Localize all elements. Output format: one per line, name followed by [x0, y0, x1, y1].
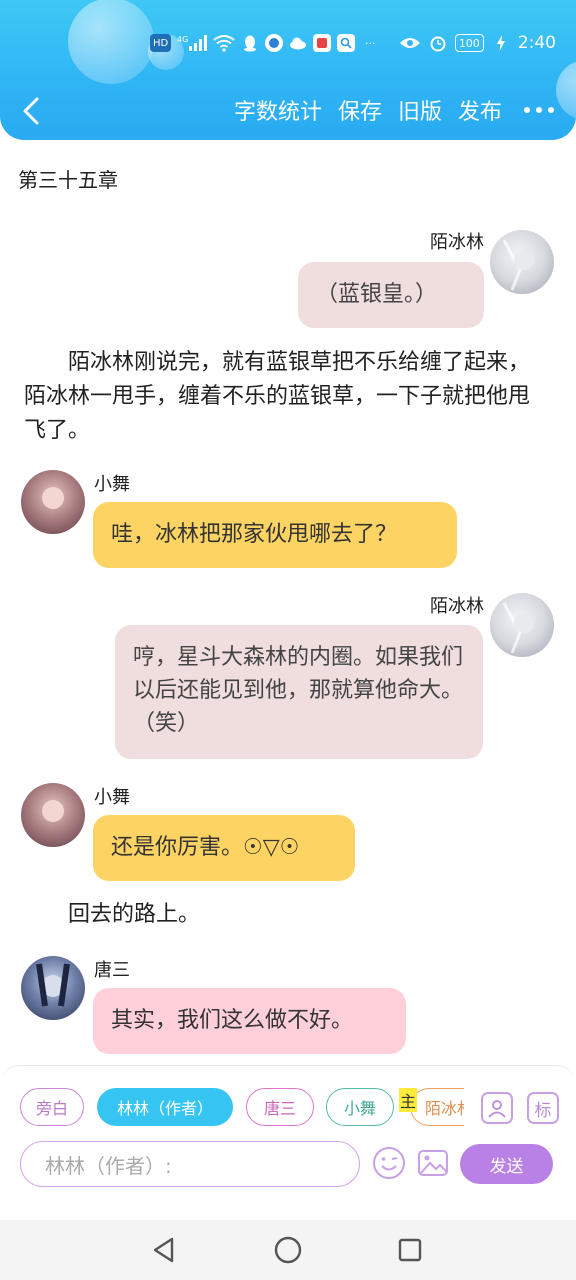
message-bubble[interactable]: 还是你厉害。☉▽☉	[93, 815, 355, 881]
eye-icon	[399, 34, 421, 52]
image-icon	[418, 1150, 448, 1176]
toolbar: 字数统计 保存 旧版 发布	[0, 86, 576, 136]
word-count-button[interactable]: 字数统计	[234, 94, 322, 126]
image-button[interactable]	[416, 1146, 450, 1180]
search-app-icon	[337, 34, 356, 52]
charging-icon	[492, 34, 510, 52]
message-bubble[interactable]: 哇，冰林把那家伙甩哪去了？	[93, 502, 457, 568]
signal-icon: 4G	[177, 34, 208, 52]
publish-button[interactable]: 发布	[458, 94, 502, 126]
system-home-button[interactable]	[270, 1232, 306, 1268]
system-navigation-bar	[0, 1220, 576, 1280]
send-button[interactable]: 发送	[460, 1144, 553, 1184]
smiley-icon	[373, 1147, 405, 1179]
role-chip-author[interactable]: 林林（作者）	[97, 1088, 233, 1126]
chevron-left-icon	[23, 97, 39, 125]
chapter-title: 第三十五章	[18, 168, 118, 192]
more-notifications-icon: ···	[364, 36, 376, 50]
wifi-icon	[213, 34, 235, 52]
more-options-button[interactable]	[524, 107, 554, 113]
message-sender: 小舞	[94, 474, 130, 495]
message-sender: 陌冰林	[430, 596, 484, 617]
book-app-icon	[313, 34, 332, 52]
clock: 2:40	[517, 33, 556, 53]
system-back-button[interactable]	[146, 1232, 182, 1268]
browser-app-icon	[265, 34, 284, 52]
cloud-icon	[289, 34, 307, 52]
role-chip-tangsan[interactable]: 唐三	[246, 1088, 314, 1126]
composer-panel: 旁白 林林（作者） 唐三 小舞 陌冰林 主 标 林林（作者）: 发送	[0, 1065, 576, 1220]
message-bubble[interactable]: 其实，我们这么做不好。	[93, 988, 406, 1054]
message-sender: 陌冰林	[430, 232, 484, 253]
person-icon	[488, 1100, 506, 1118]
emoji-button[interactable]	[372, 1146, 406, 1180]
role-chip-narrator[interactable]: 旁白	[20, 1088, 84, 1126]
triangle-back-icon	[153, 1237, 174, 1263]
circle-home-icon	[274, 1236, 302, 1264]
decorative-bubble	[68, 0, 154, 84]
app-header: HD 4G ··· 100 2:40 字数统计 保存 旧版 发布	[0, 0, 576, 140]
message-bubble[interactable]: 哼，星斗大森林的内圈。如果我们以后还能见到他，那就算他命大。（笑）	[115, 625, 483, 759]
status-bar: HD 4G ··· 100 2:40	[150, 28, 556, 58]
message-input[interactable]: 林林（作者）:	[20, 1141, 360, 1187]
save-button[interactable]: 保存	[338, 94, 382, 126]
back-button[interactable]	[14, 94, 48, 128]
message-bubble[interactable]: （蓝银皇。）	[298, 262, 484, 328]
chapter-content[interactable]: 第三十五章 陌冰林 （蓝银皇。） 陌冰林刚说完，就有蓝银草把不乐给缠了起来，陌冰…	[0, 140, 576, 1065]
qq-icon	[241, 34, 259, 52]
system-recents-button[interactable]	[392, 1232, 428, 1268]
avatar[interactable]	[21, 783, 85, 847]
main-role-marker: 主	[399, 1088, 417, 1112]
old-version-button[interactable]: 旧版	[398, 94, 442, 126]
character-manage-button[interactable]	[481, 1092, 513, 1124]
network-type-label: 4G	[177, 35, 188, 44]
message-sender: 唐三	[94, 960, 130, 981]
avatar[interactable]	[490, 593, 554, 657]
avatar[interactable]	[21, 956, 85, 1020]
narration-text: 回去的路上。	[24, 902, 201, 927]
alarm-icon	[429, 34, 447, 52]
role-chip-mobinglin[interactable]: 陌冰林	[410, 1088, 464, 1126]
avatar[interactable]	[490, 230, 554, 294]
tag-button[interactable]: 标	[527, 1092, 559, 1124]
hd-icon: HD	[150, 34, 172, 52]
narration-text: 陌冰林刚说完，就有蓝银草把不乐给缠了起来，陌冰林一甩手，缠着不乐的蓝银草，一下子…	[24, 350, 531, 443]
role-chip-xiaowu[interactable]: 小舞	[326, 1088, 394, 1126]
battery-indicator: 100	[454, 34, 484, 52]
avatar[interactable]	[21, 470, 85, 534]
square-recents-icon	[398, 1238, 422, 1262]
message-sender: 小舞	[94, 787, 130, 808]
